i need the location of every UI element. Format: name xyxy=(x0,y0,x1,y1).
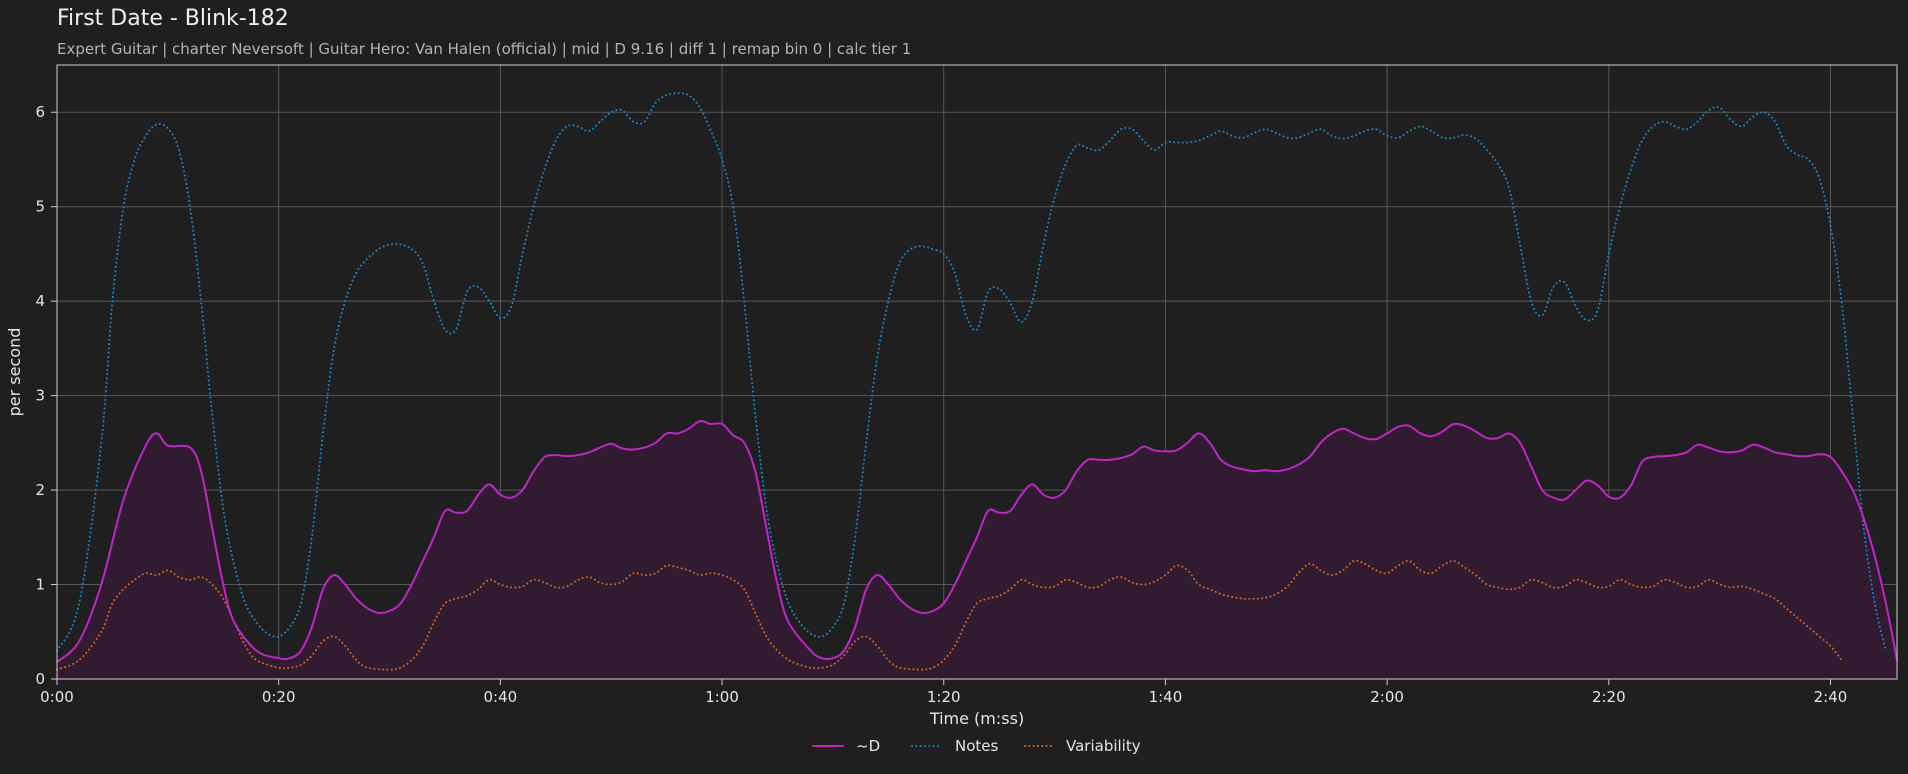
x-tick-label: 1:40 xyxy=(1149,688,1183,706)
y-axis-label: per second xyxy=(5,328,24,417)
y-tick-label: 4 xyxy=(35,292,45,310)
x-tick-label: 1:00 xyxy=(705,688,739,706)
y-tick-label: 2 xyxy=(35,481,45,499)
legend: ~D Notes Variability xyxy=(812,737,1141,755)
series-area-d xyxy=(57,420,1897,679)
x-tick-label: 0:40 xyxy=(484,688,518,706)
x-axis-label: Time (m:ss) xyxy=(929,709,1024,728)
x-tick-label: 2:20 xyxy=(1592,688,1626,706)
x-tick-label: 0:00 xyxy=(40,688,74,706)
chart: 0:00 0:20 0:40 1:00 1:20 1:40 2:00 2:20 2:40 0 1 2 3… xyxy=(5,64,1898,755)
y-tick-label: 5 xyxy=(35,198,45,216)
x-tick-label: 2:00 xyxy=(1370,688,1404,706)
y-tick-label: 0 xyxy=(35,670,45,688)
legend-label-notes: Notes xyxy=(955,737,999,755)
x-tick-label: 1:20 xyxy=(927,688,961,706)
y-tick-label: 1 xyxy=(35,576,45,594)
legend-label-d: ~D xyxy=(856,737,880,755)
y-tick-label: 6 xyxy=(35,103,45,121)
x-tick-label: 0:20 xyxy=(262,688,296,706)
x-tick-label: 2:40 xyxy=(1814,688,1848,706)
y-tick-label: 3 xyxy=(35,387,45,405)
legend-label-variability: Variability xyxy=(1066,737,1141,755)
series-layer xyxy=(56,92,1898,679)
